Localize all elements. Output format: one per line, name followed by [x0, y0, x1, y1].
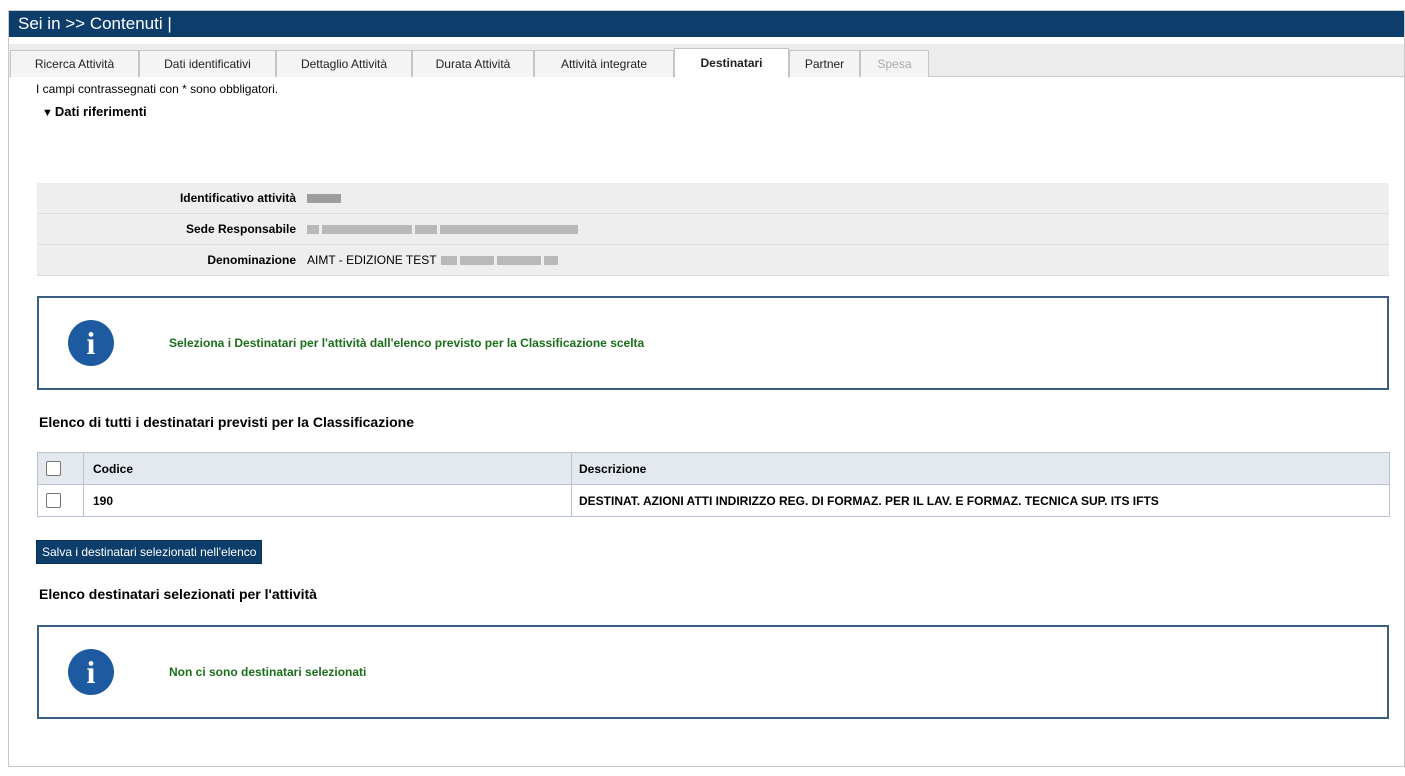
info-row: Sede Responsabile — [37, 213, 1389, 245]
info-row: Denominazione AIMT - EDIZIONE TEST — [37, 244, 1389, 276]
info-value-denominazione: AIMT - EDIZIONE TEST — [304, 244, 1389, 276]
row-select-cell — [37, 484, 84, 517]
redacted-value — [307, 225, 319, 235]
tab-strip: Ricerca Attività Dati identificativi Det… — [9, 44, 1404, 78]
mandatory-note: I campi contrassegnati con * sono obblig… — [36, 82, 279, 96]
breadcrumb-bar: Sei in >> Contenuti | — [9, 11, 1404, 37]
cell-codice: 190 — [83, 484, 572, 517]
redacted-value — [543, 256, 558, 266]
available-list-title: Elenco di tutti i destinatari previsti p… — [39, 414, 414, 430]
info-row: Identificativo attività — [37, 183, 1389, 214]
redacted-value — [322, 225, 412, 235]
tab-destinatari[interactable]: Destinatari — [674, 48, 789, 78]
selected-list-title: Elenco destinatari selezionati per l'att… — [39, 586, 317, 602]
table-row: 190 DESTINAT. AZIONI ATTI INDIRIZZO REG.… — [37, 484, 1390, 517]
riferimenti-table: Identificativo attività Sede Responsabil… — [37, 183, 1389, 276]
cell-descrizione: DESTINAT. AZIONI ATTI INDIRIZZO REG. DI … — [571, 484, 1390, 517]
row-checkbox[interactable] — [46, 493, 61, 509]
page-frame: Sei in >> Contenuti | Ricerca Attività D… — [8, 10, 1405, 767]
breadcrumb: Sei in >> Contenuti | — [18, 14, 172, 33]
redacted-value — [496, 256, 541, 266]
tab-dati-identificativi[interactable]: Dati identificativi — [139, 50, 276, 77]
redacted-value — [307, 194, 341, 204]
info-box-none-selected: i Non ci sono destinatari selezionati — [37, 625, 1389, 719]
table-header-row: Codice Descrizione — [37, 452, 1390, 485]
info-label-identificativo: Identificativo attività — [37, 183, 304, 214]
info-message: Seleziona i Destinatari per l'attività d… — [169, 336, 645, 350]
info-box-select-hint: i Seleziona i Destinatari per l'attività… — [37, 296, 1389, 390]
redacted-value — [459, 256, 494, 266]
column-header-codice[interactable]: Codice — [83, 452, 572, 485]
select-all-cell — [37, 452, 84, 485]
tab-attivita-integrate[interactable]: Attività integrate — [534, 50, 674, 77]
info-value-sede — [304, 213, 1389, 245]
info-label-denominazione: Denominazione — [37, 244, 304, 276]
redacted-value — [440, 225, 578, 235]
info-message: Non ci sono destinatari selezionati — [169, 665, 367, 679]
tab-spesa: Spesa — [860, 50, 929, 77]
tab-ricerca-attivita[interactable]: Ricerca Attività — [10, 50, 139, 77]
select-all-checkbox[interactable] — [46, 461, 61, 477]
destinatari-table: Codice Descrizione 190 DESTINAT. AZIONI … — [37, 452, 1390, 517]
info-icon: i — [68, 320, 114, 366]
info-value-identificativo — [304, 183, 1389, 214]
save-selected-button[interactable]: Salva i destinatari selezionati nell'ele… — [36, 540, 263, 564]
info-icon: i — [68, 649, 114, 695]
redacted-value — [415, 225, 437, 235]
info-label-sede: Sede Responsabile — [37, 213, 304, 245]
tab-durata-attivita[interactable]: Durata Attività — [412, 50, 534, 77]
section-title: Dati riferimenti — [54, 104, 147, 119]
tab-dettaglio-attivita[interactable]: Dettaglio Attività — [276, 50, 412, 77]
column-header-descrizione[interactable]: Descrizione — [571, 452, 1390, 485]
redacted-value — [440, 256, 457, 266]
triangle-down-icon: ▼ — [42, 107, 53, 119]
tab-partner[interactable]: Partner — [789, 50, 860, 77]
section-toggle-dati-riferimenti[interactable]: ▼ Dati riferimenti — [42, 104, 147, 119]
